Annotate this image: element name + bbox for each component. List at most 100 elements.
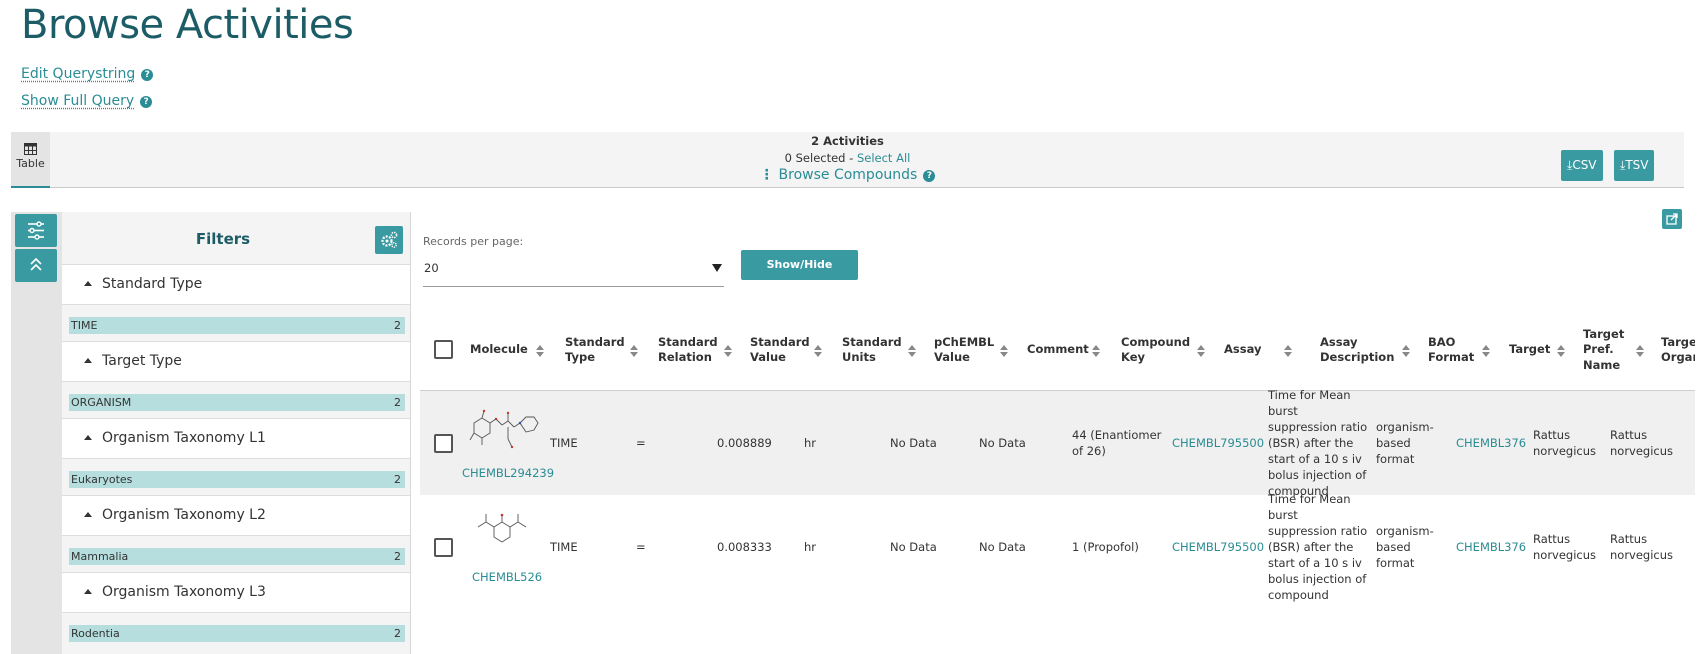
compound-key-cell: 1 (Propofol) (1072, 540, 1139, 554)
col-header-assay[interactable]: Assay (1224, 310, 1284, 390)
filter-group-organism-taxonomy-l1[interactable]: Organism Taxonomy L1 (62, 418, 410, 459)
filter-value-count: 2 (394, 550, 401, 563)
filter-value-count: 2 (394, 396, 401, 409)
show-full-query-label[interactable]: Show Full Query (21, 93, 134, 109)
col-header-standard-units[interactable]: Standard Units (842, 310, 912, 390)
sort-icon[interactable] (908, 345, 916, 357)
browse-compounds-link[interactable]: ⋮ Browse Compounds? (11, 167, 1684, 183)
filter-settings-button[interactable] (375, 226, 403, 254)
csv-download-button[interactable]: ⤓CSV (1561, 150, 1603, 181)
filter-value-bar[interactable]: Mammalia 2 (69, 548, 405, 565)
col-header-standard-value[interactable]: Standard Value (750, 310, 820, 390)
sort-icon[interactable] (1482, 345, 1490, 357)
records-per-page-select[interactable]: 20 (423, 255, 724, 287)
sort-icon[interactable] (814, 345, 822, 357)
share-button[interactable] (1662, 209, 1682, 229)
activities-table: Molecule Standard Type Standard Relation… (420, 310, 1695, 654)
filter-group-organism-taxonomy-l3[interactable]: Organism Taxonomy L3 (62, 572, 410, 613)
sort-icon[interactable] (1197, 345, 1205, 357)
molecule-id-link[interactable]: CHEMBL526 (472, 567, 542, 587)
select-all-link[interactable]: Select All (857, 151, 910, 165)
molecule-id-link[interactable]: CHEMBL294239 (462, 463, 554, 483)
col-header-standard-type[interactable]: Standard Type (565, 310, 635, 390)
target-pref-name-cell: Rattus norvegicus (1533, 532, 1597, 562)
col-header-target-organism[interactable]: Target Organism (1661, 310, 1695, 390)
row-checkbox[interactable] (434, 434, 453, 453)
filter-value-count: 2 (394, 627, 401, 640)
csv-label: CSV (1572, 158, 1597, 172)
filter-value-bar[interactable]: Rodentia 2 (69, 625, 405, 642)
show-hide-columns-button[interactable]: Show/Hide Columns (741, 250, 858, 301)
col-header-label: Comment (1027, 342, 1089, 357)
row-checkbox[interactable] (434, 538, 453, 557)
molecule-structure-image[interactable] (464, 403, 544, 459)
show-full-query-link[interactable]: Show Full Query? (21, 93, 153, 109)
filters-toggle-button[interactable] (15, 214, 57, 247)
sort-icon[interactable] (1636, 345, 1644, 357)
help-icon[interactable]: ? (923, 170, 936, 182)
help-icon[interactable]: ? (140, 96, 153, 108)
col-header-molecule[interactable]: Molecule (470, 310, 540, 390)
col-header-label: Molecule (470, 342, 528, 357)
sort-icon[interactable] (1284, 345, 1292, 357)
browse-compounds-label[interactable]: Browse Compounds (779, 167, 918, 183)
sort-icon[interactable] (536, 345, 544, 357)
sort-icon[interactable] (1557, 345, 1565, 357)
col-header-target-pref-name[interactable]: Target Pref. Name (1583, 310, 1633, 390)
share-icon (1666, 213, 1678, 225)
molecule-structure-image[interactable] (464, 507, 544, 563)
filter-group-standard-type[interactable]: Standard Type (62, 264, 410, 305)
col-header-standard-relation[interactable]: Standard Relation (658, 310, 728, 390)
edit-querystring-label[interactable]: Edit Querystring (21, 66, 135, 82)
target-organism-cell: Rattus norvegicus (1610, 532, 1674, 562)
edit-querystring-link[interactable]: Edit Querystring? (21, 66, 154, 82)
filter-group-organism-taxonomy-l2[interactable]: Organism Taxonomy L2 (62, 495, 410, 536)
caret-up-icon (84, 435, 92, 440)
col-header-comment[interactable]: Comment (1027, 310, 1097, 390)
sort-icon[interactable] (1000, 345, 1008, 357)
filter-value-bar[interactable]: Eukaryotes 2 (69, 471, 405, 488)
col-header-bao-format[interactable]: BAO Format (1428, 310, 1478, 390)
table-row[interactable]: CHEMBL294239 TIME = 0.008889 hr No Data … (420, 388, 1695, 498)
compound-key-cell: 44 (Enantiomer of 26) (1072, 428, 1162, 458)
standard-type-cell: TIME (550, 436, 578, 450)
help-icon[interactable]: ? (141, 69, 154, 81)
filter-group-target-type[interactable]: Target Type (62, 341, 410, 382)
col-header-pchembl-value[interactable]: pChEMBL Value (934, 310, 1004, 390)
filter-value-bar[interactable]: ORGANISM 2 (69, 394, 405, 411)
col-header-label: Standard Type (565, 334, 625, 365)
tsv-download-button[interactable]: ⤓TSV (1614, 150, 1655, 181)
filter-value-label: Rodentia (71, 627, 120, 640)
col-header-target[interactable]: Target (1509, 310, 1559, 390)
sort-icon[interactable] (1092, 345, 1100, 357)
standard-type-cell: TIME (550, 540, 578, 554)
col-header-compound-key[interactable]: Compound Key (1121, 310, 1201, 390)
col-header-assay-description[interactable]: Assay Description (1320, 310, 1394, 390)
collapse-button[interactable] (15, 249, 57, 282)
filter-group-label: Organism Taxonomy L1 (102, 430, 266, 446)
sort-icon[interactable] (724, 345, 732, 357)
col-header-label: Target (1509, 342, 1551, 357)
col-header-label: pChEMBL Value (934, 334, 995, 365)
filters-title: Filters (195, 230, 251, 248)
caret-up-icon (84, 358, 92, 363)
col-header-label: Assay Description (1320, 334, 1395, 365)
tab-table[interactable]: Table (11, 132, 50, 188)
select-all-checkbox[interactable] (434, 340, 453, 359)
table-row[interactable]: CHEMBL526 TIME = 0.008333 hr No Data No … (420, 492, 1695, 602)
sort-icon[interactable] (1402, 345, 1410, 357)
standard-value-cell: 0.008333 (717, 540, 772, 554)
assay-link[interactable]: CHEMBL795500 (1172, 495, 1264, 599)
filter-value-bar[interactable]: TIME 2 (69, 317, 405, 334)
target-link[interactable]: CHEMBL376 (1456, 391, 1526, 495)
sort-icon[interactable] (630, 345, 638, 357)
target-organism-cell: Rattus norvegicus (1610, 428, 1674, 458)
assay-link[interactable]: CHEMBL795500 (1172, 391, 1264, 495)
tab-table-label: Table (16, 157, 45, 170)
filter-value-count: 2 (394, 319, 401, 332)
records-per-page-value: 20 (424, 261, 439, 275)
double-chevron-up-icon (30, 257, 42, 271)
assay-description-cell: Time for Mean burst suppression ratio (B… (1268, 388, 1368, 498)
target-link[interactable]: CHEMBL376 (1456, 495, 1526, 599)
standard-relation-cell: = (636, 540, 646, 554)
